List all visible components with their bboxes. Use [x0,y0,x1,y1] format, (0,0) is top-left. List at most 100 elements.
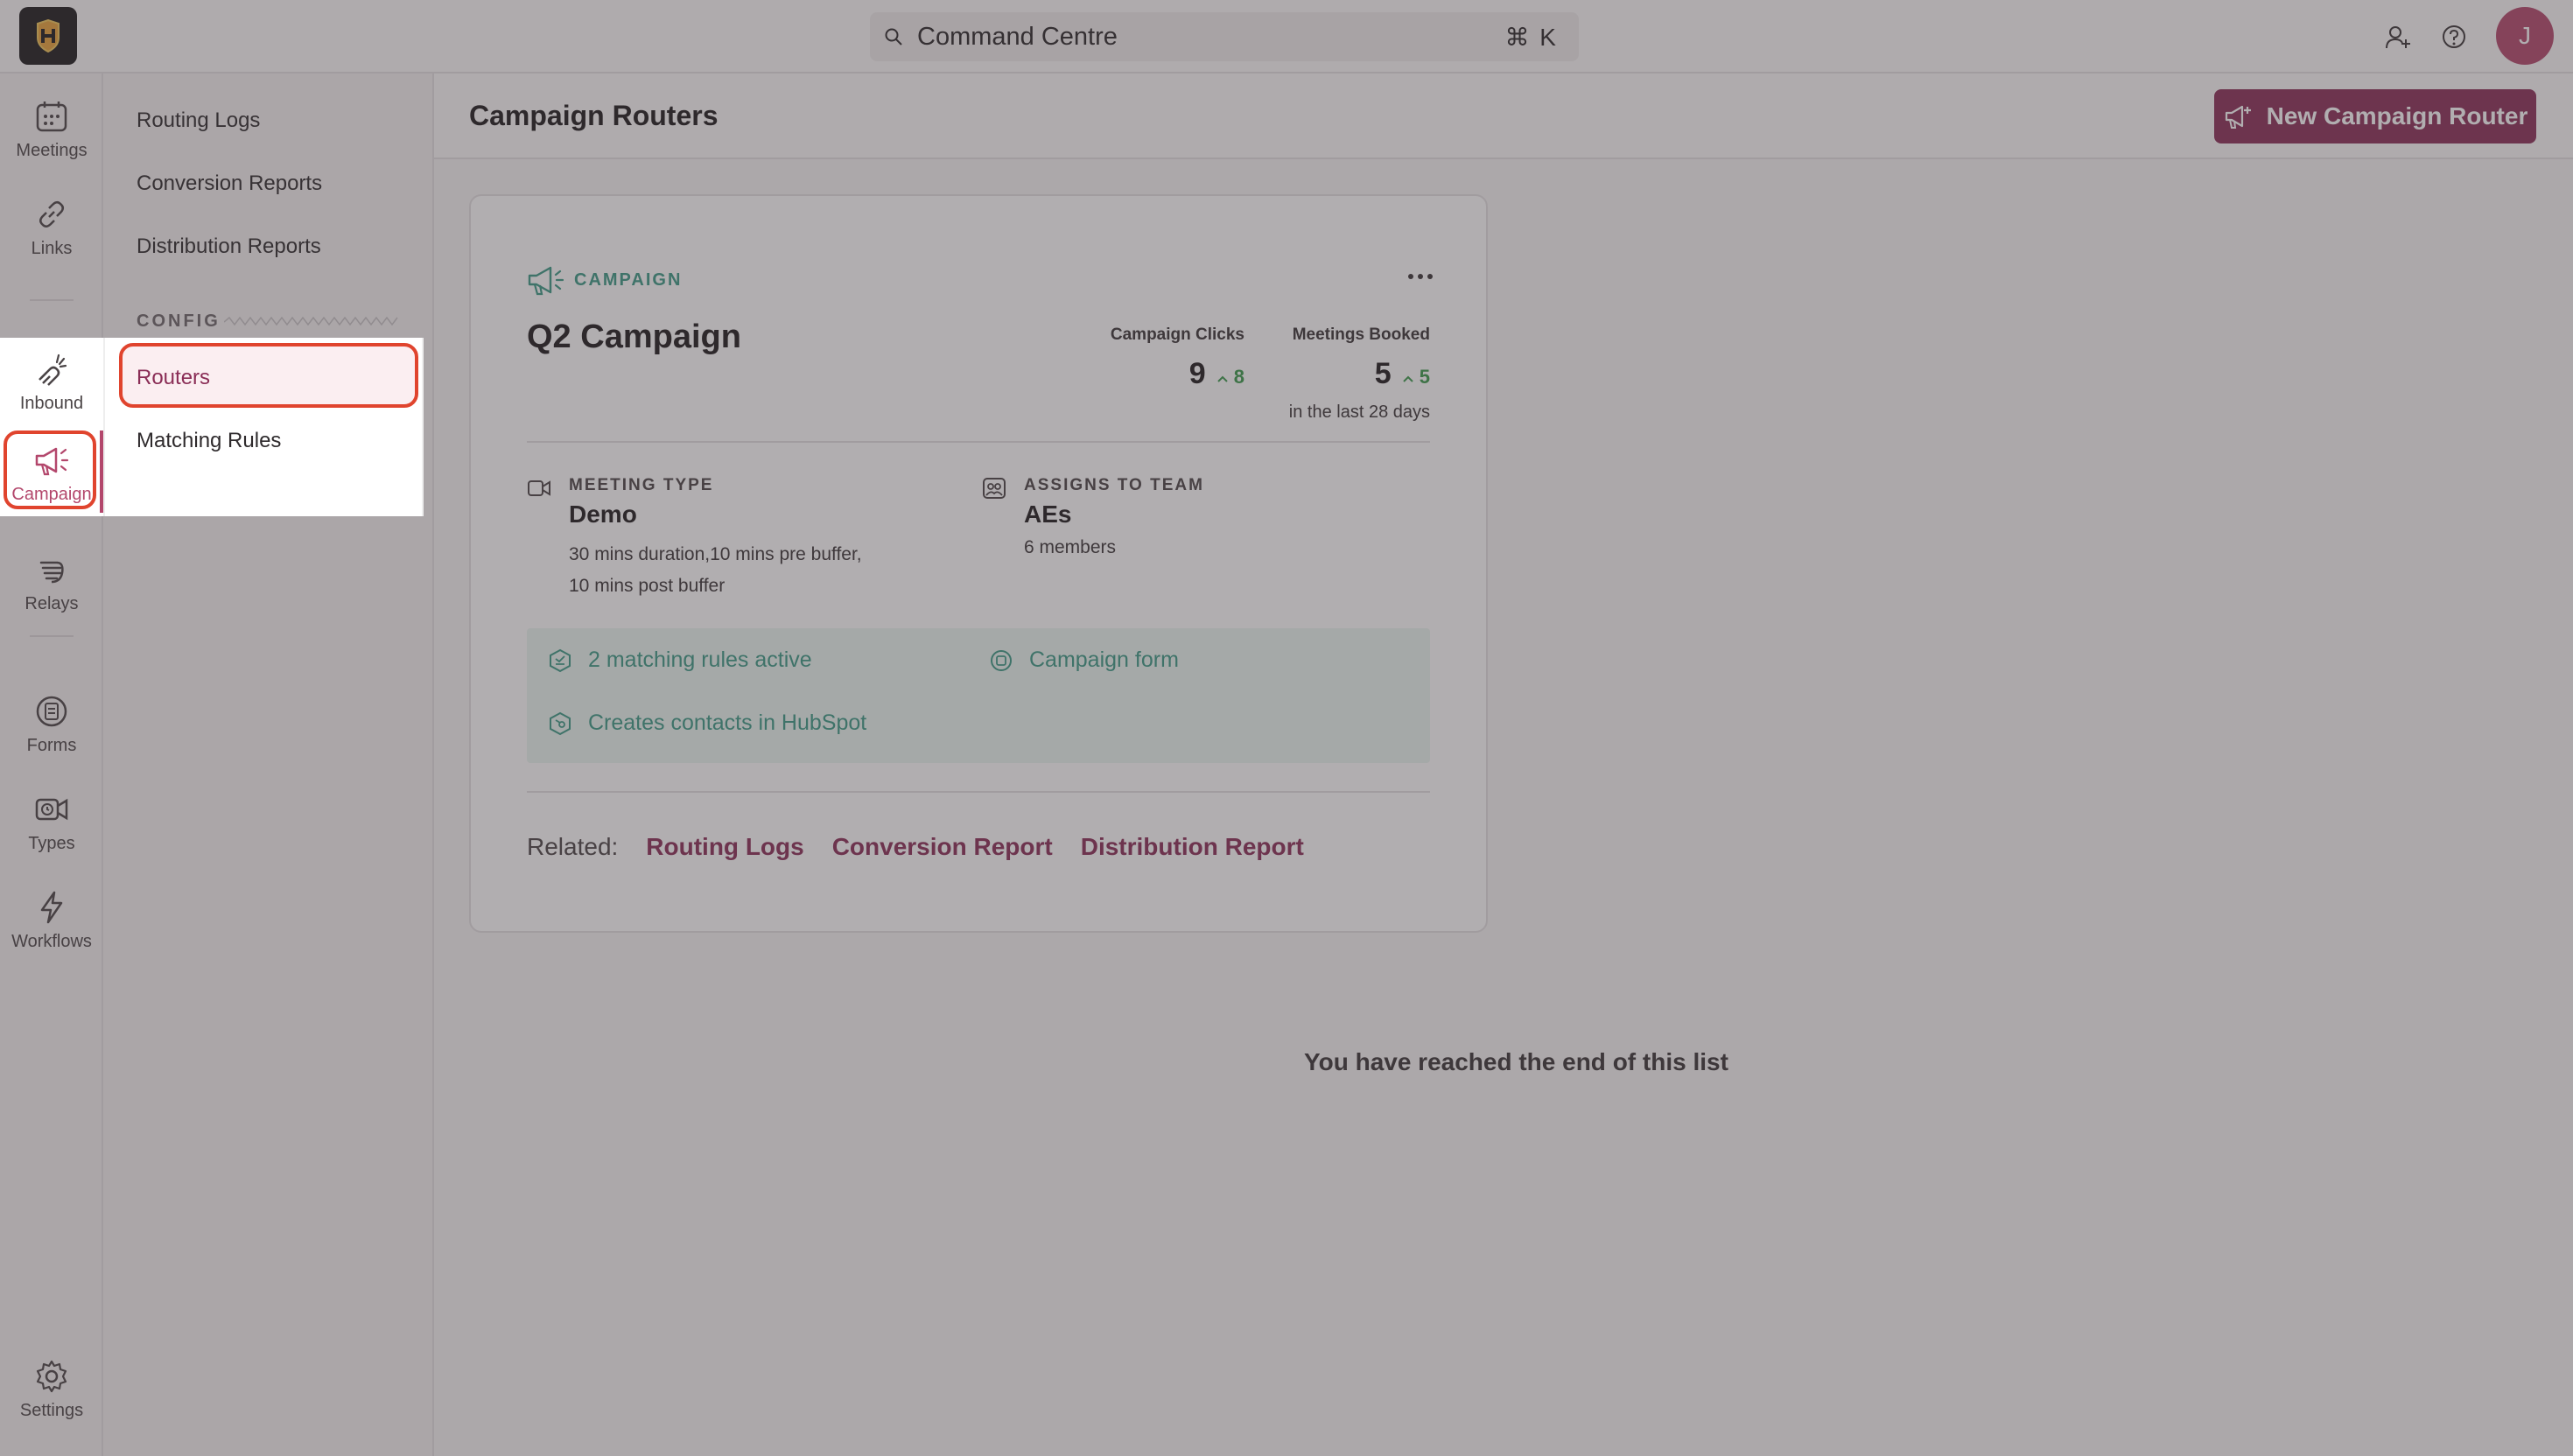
subnav-item-routing-logs[interactable]: Routing Logs [137,108,260,133]
app-logo[interactable] [19,7,77,65]
form-icon [991,649,1012,671]
card-title: Q2 Campaign [527,318,741,355]
rail-label: Types [28,833,75,853]
team-members: 6 members [1024,537,1117,557]
rail-label: Inbound [19,393,84,413]
rail-item-relays[interactable]: Relays [0,539,103,626]
rail-border [103,338,105,516]
stats-period: in the last 28 days [1288,402,1430,422]
related-distribution-report-link[interactable]: Distribution Report [1081,833,1304,861]
delta-text: 5 [1419,366,1430,388]
stat-delta-clicks: 8 [1216,366,1244,388]
stat-delta-meetings: 5 [1402,366,1430,388]
megaphone-plus-icon [2225,105,2251,129]
rail-item-forms[interactable]: Forms [0,681,103,768]
video-icon [528,480,550,496]
page-title: Campaign Routers [469,100,719,131]
rail-item-settings[interactable]: Settings [0,1346,103,1433]
help-button[interactable] [2436,19,2471,54]
user-avatar[interactable]: J [2496,7,2554,65]
rail-divider [30,299,74,301]
stat-clicks: 9 8 [1189,357,1244,391]
new-button-label: New Campaign Router [2266,102,2528,130]
rail-label: Meetings [16,140,88,160]
campaign-form-text: Campaign form [1029,648,1179,672]
hubspot-contacts-link[interactable]: Creates contacts in HubSpot [548,710,866,736]
hubspot-contacts-text: Creates contacts in HubSpot [588,710,867,735]
rail-label: Links [31,238,73,258]
campaign-form-link[interactable]: Campaign form [989,648,1179,673]
chevron-up-icon [1402,375,1413,382]
help-icon [2443,25,2465,48]
megaphone-icon [528,266,564,296]
add-user-icon [2386,26,2410,49]
rail-item-meetings[interactable]: Meetings [0,86,103,173]
calendar-icon [36,101,67,131]
stat-value-clicks: 9 [1188,357,1206,390]
hexagon-rules-icon [550,648,571,672]
matching-rules-text: 2 matching rules active [588,648,812,672]
card-tag-label: CAMPAIGN [574,270,683,290]
subnav-item-matching-rules[interactable]: Matching Rules [137,429,281,453]
hexagon-hubspot-icon [550,711,571,735]
add-user-button[interactable] [2380,19,2415,54]
more-options-button[interactable] [1407,270,1434,285]
search-icon [885,28,902,46]
campaign-router-card[interactable]: CAMPAIGN Q2 Campaign Campaign Clicks 9 8… [469,194,1488,933]
rail-item-types[interactable]: Types [0,779,103,866]
command-centre-search[interactable]: Command Centre ⌘ K [870,12,1579,61]
stat-label-meetings: Meetings Booked [1292,326,1430,344]
logo-icon [37,18,60,53]
stat-meetings: 5 5 [1375,357,1430,391]
highlight-campaign [4,430,96,509]
team-label: ASSIGNS TO TEAM [1024,476,1204,494]
team-icon [983,478,1006,499]
search-label: Command Centre [917,22,1118,51]
rail-label: Workflows [11,931,92,951]
search-shortcut: ⌘ K [1504,23,1558,51]
related-links: Related: Routing Logs Conversion Report … [527,833,1304,861]
rail-label: Forms [26,735,77,755]
meeting-type-desc-1: 30 mins duration,10 mins pre buffer, [569,544,862,564]
main-header: Campaign Routers New Campaign Router [434,74,2573,159]
meeting-type-value: Demo [569,500,637,528]
link-icon [39,200,64,228]
rail-item-inbound[interactable]: Inbound [0,338,103,427]
squiggle-divider [224,316,398,326]
rail-label: Settings [19,1400,84,1420]
meeting-type-label: MEETING TYPE [569,476,714,494]
meeting-type-desc-2: 10 mins post buffer [569,576,726,596]
form-icon [36,696,67,726]
card-tag: CAMPAIGN [527,262,682,298]
video-clock-icon [35,798,68,820]
delta-text: 8 [1233,366,1244,388]
subnav-item-distribution-reports[interactable]: Distribution Reports [137,234,321,259]
card-divider [527,791,1430,793]
spotlight-region: Inbound Campaign Routers Matching Rules [0,338,424,516]
related-routing-logs-link[interactable]: Routing Logs [646,833,803,861]
hand-icon [39,561,64,583]
matching-rules-link[interactable]: 2 matching rules active [548,648,812,673]
team-value: AEs [1024,500,1072,528]
magnet-icon [39,354,67,386]
rail-item-workflows[interactable]: Workflows [0,877,103,964]
rail-label: Relays [25,593,79,613]
new-campaign-router-button[interactable]: New Campaign Router [2214,89,2536,144]
gear-icon [36,1360,67,1392]
rail-item-links[interactable]: Links [0,184,103,271]
features-box: 2 matching rules active Campaign form Cr… [527,628,1430,763]
active-indicator [100,430,103,513]
highlight-routers [119,343,418,408]
related-label: Related: [527,833,619,860]
left-rail: Meetings Links Relays Forms Types Workfl… [0,74,103,1456]
end-of-list-message: You have reached the end of this list [1304,1048,1728,1075]
rail-divider [30,635,74,637]
card-divider [527,441,1430,443]
lightning-icon [40,891,63,923]
subnav-item-conversion-reports[interactable]: Conversion Reports [137,172,322,196]
related-conversion-report-link[interactable]: Conversion Report [832,833,1053,861]
ellipsis-icon [1408,274,1433,279]
stat-value-meetings: 5 [1374,357,1392,390]
chevron-up-icon [1216,375,1228,382]
sub-navigation: Routing Logs Conversion Reports Distribu… [103,74,434,1456]
